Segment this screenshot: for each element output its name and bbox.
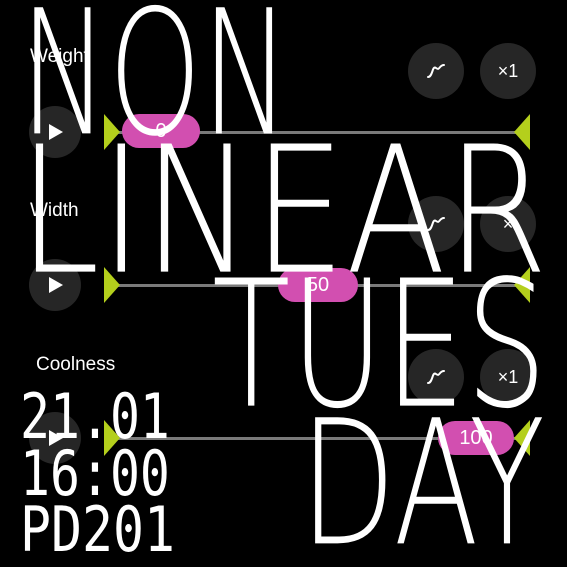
poster-canvas: Weight ×1 0 Width × 50 Coolness ×1 100 N… bbox=[0, 0, 567, 567]
multiplier-label: ×1 bbox=[497, 60, 519, 81]
curve-icon bbox=[427, 64, 445, 78]
headline-line-4: DAY bbox=[300, 381, 546, 567]
curve-button[interactable] bbox=[408, 43, 464, 99]
event-room: PD201 bbox=[20, 493, 176, 567]
speed-multiplier-button[interactable]: ×1 bbox=[480, 43, 536, 99]
slider-label: Coolness bbox=[36, 354, 116, 375]
